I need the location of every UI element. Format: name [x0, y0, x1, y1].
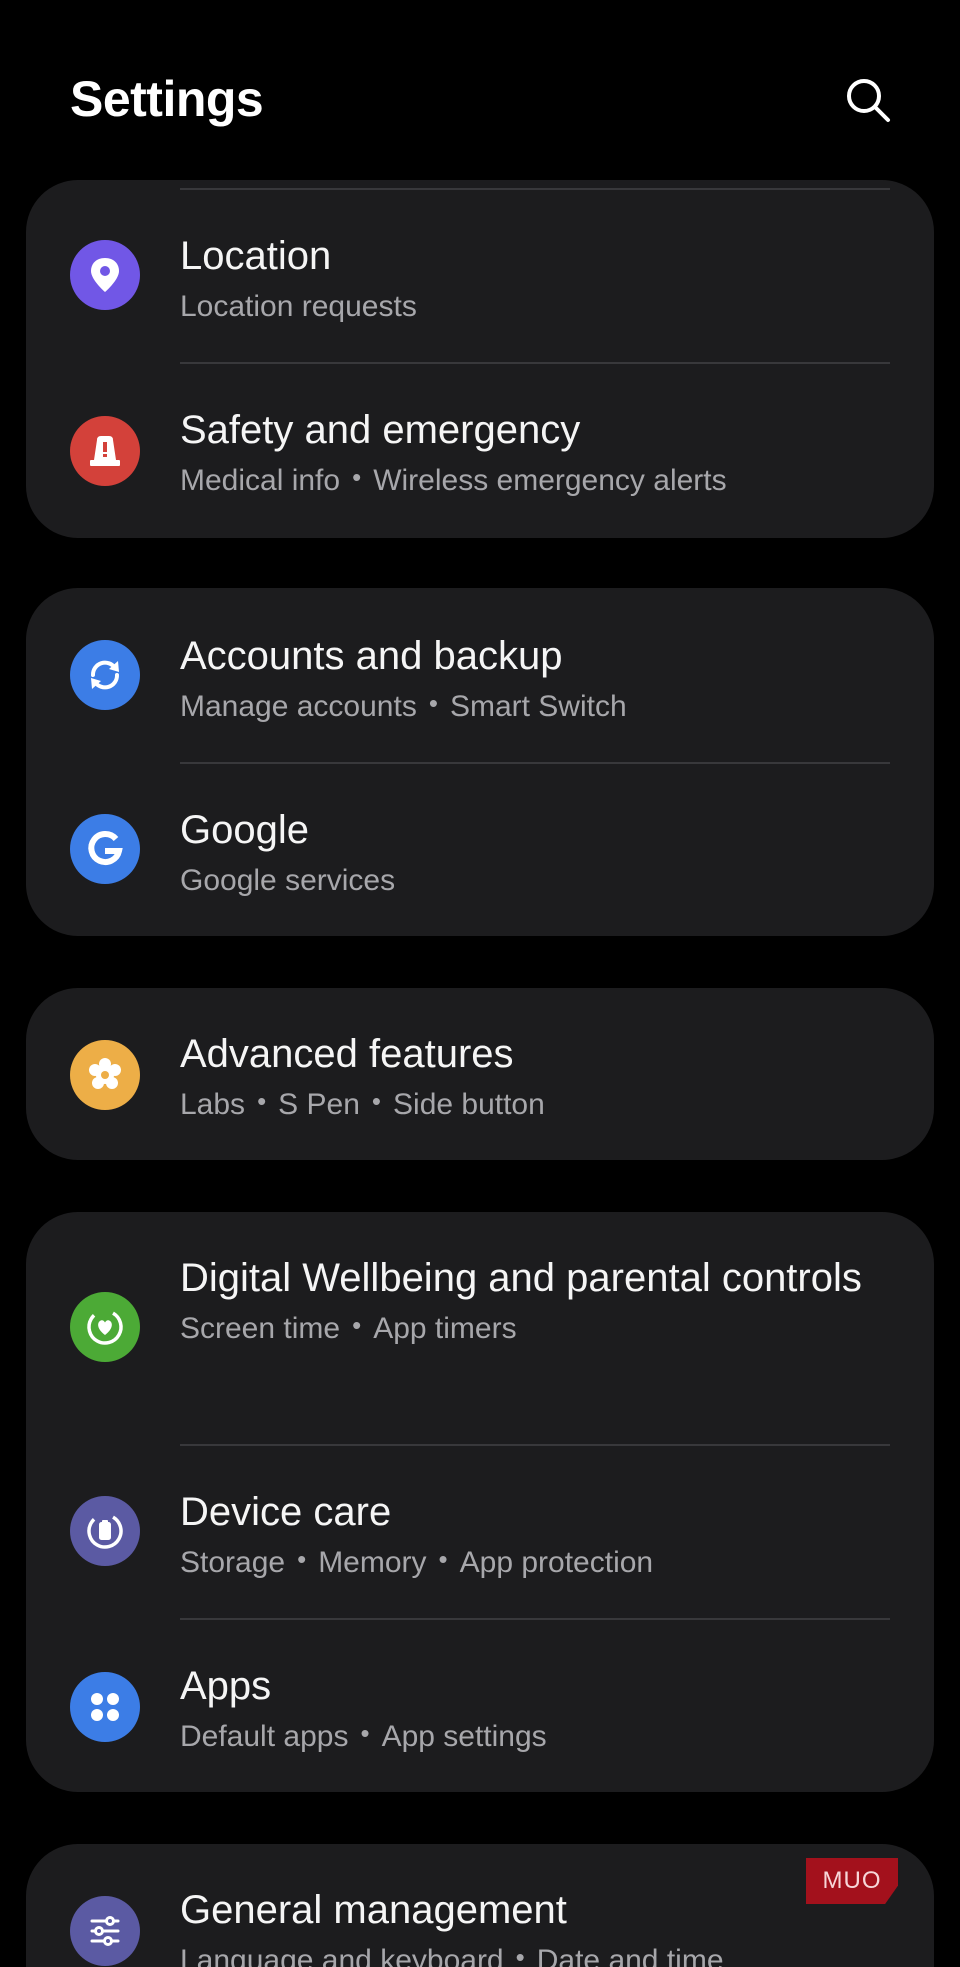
item-subtitle: Location requests	[180, 290, 417, 323]
sliders-icon	[70, 1896, 140, 1966]
google-g-icon	[70, 814, 140, 884]
device-care-icon	[70, 1496, 140, 1566]
item-title: Advanced features	[180, 1032, 514, 1076]
settings-item-advanced-features[interactable]: Advanced features Labs • S Pen • Side button	[26, 988, 934, 1160]
gear-flower-icon	[70, 1040, 140, 1110]
location-pin-icon	[70, 240, 140, 310]
header: Settings	[0, 0, 960, 180]
settings-group-general: General management Language and keyboard…	[26, 1844, 934, 1967]
item-title: Location	[180, 234, 332, 278]
item-subtitle: Default apps • App settings	[180, 1718, 547, 1753]
page-title: Settings	[70, 71, 264, 127]
settings-item-device-care[interactable]: Device care Storage • Memory • App protectio…	[26, 1446, 934, 1618]
item-subtitle: Storage • Memory • App protection	[180, 1544, 654, 1579]
settings-item-location[interactable]: Location Location requests	[26, 190, 934, 360]
item-subtitle: Screen time • App timers	[180, 1310, 517, 1345]
settings-screen: Settings Location Location requests Safe…	[0, 0, 960, 1967]
item-title: Apps	[180, 1664, 272, 1708]
settings-item-safety-and-emergency[interactable]: Safety and emergency Medical info • Wirele…	[26, 364, 934, 534]
item-subtitle: Medical info • Wireless emergency alerts	[180, 462, 727, 497]
item-title: Digital Wellbeing and parental controls	[180, 1256, 862, 1300]
item-title: Safety and emergency	[180, 408, 581, 452]
search-button[interactable]	[840, 72, 896, 128]
item-subtitle: Manage accounts • Smart Switch	[180, 688, 627, 723]
item-subtitle: Google services	[180, 864, 396, 897]
settings-group-privacy: Location Location requests Safety and em…	[26, 180, 934, 538]
item-subtitle: Language and keyboard • Date and time	[180, 1942, 724, 1967]
sync-arrows-icon	[70, 640, 140, 710]
muo-watermark-logo: MUO	[806, 1858, 898, 1904]
settings-item-accounts-and-backup[interactable]: Accounts and backup Manage accounts • Smar…	[26, 588, 934, 762]
settings-group-device: Digital Wellbeing and parental controls …	[26, 1212, 934, 1792]
search-icon	[847, 79, 890, 122]
item-title: Google	[180, 808, 309, 852]
item-title: Device care	[180, 1490, 392, 1534]
settings-group-advanced: Advanced features Labs • S Pen • Side button	[26, 988, 934, 1160]
apps-grid-icon	[70, 1672, 140, 1742]
emergency-beacon-icon	[70, 416, 140, 486]
item-subtitle: Labs • S Pen • Side button	[180, 1086, 545, 1121]
settings-item-digital-wellbeing[interactable]: Digital Wellbeing and parental controls …	[26, 1212, 934, 1444]
settings-group-accounts: Accounts and backup Manage accounts • Smar…	[26, 588, 934, 936]
item-title: Accounts and backup	[180, 634, 563, 678]
heart-ring-icon	[70, 1292, 140, 1362]
settings-item-apps[interactable]: Apps Default apps • App settings	[26, 1620, 934, 1792]
settings-item-general-management[interactable]: General management Language and keyboard…	[26, 1844, 934, 1967]
settings-item-google[interactable]: Google Google services	[26, 764, 934, 936]
item-title: General management	[180, 1888, 567, 1932]
